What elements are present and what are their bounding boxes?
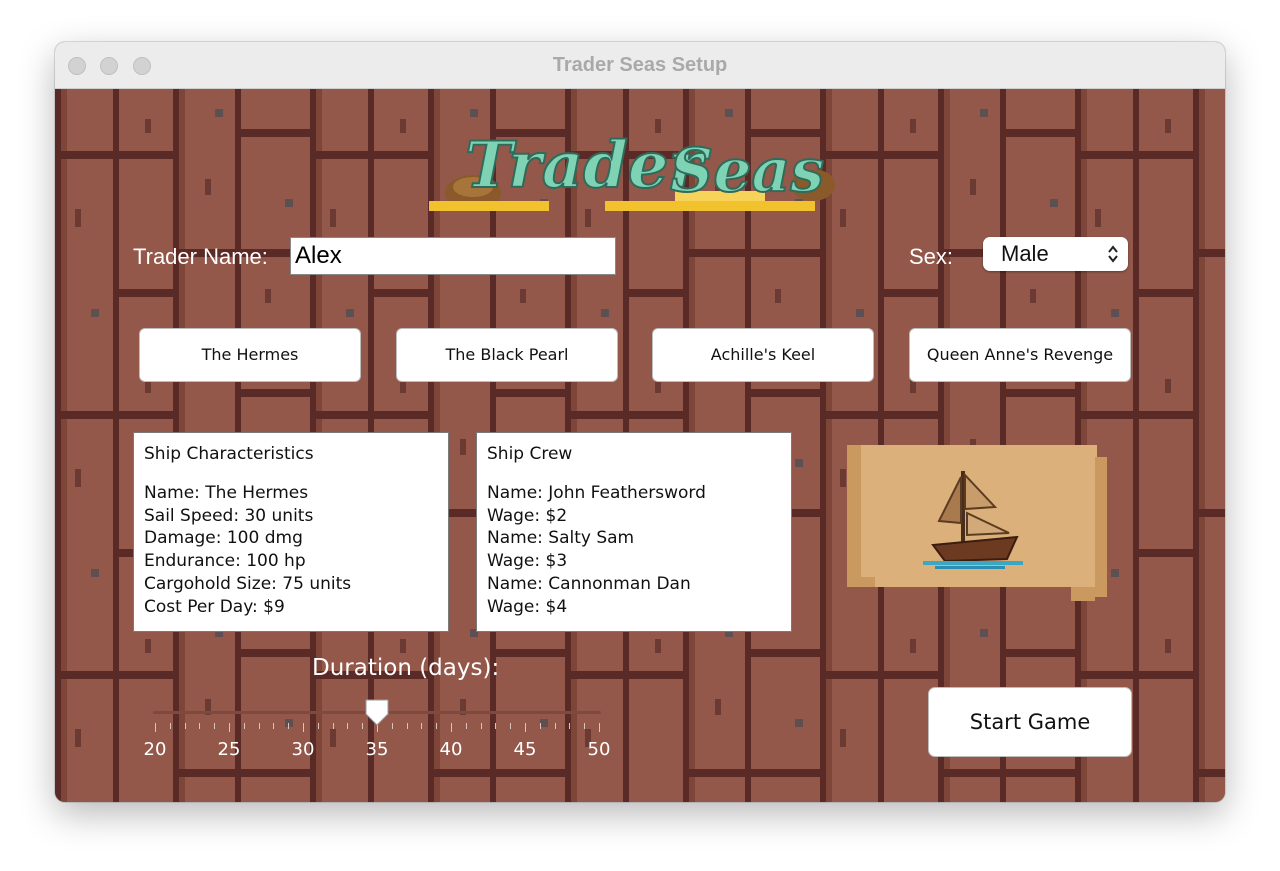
trader-name-input[interactable] (290, 237, 616, 275)
slider-tick (495, 723, 496, 729)
ship-button-achilles-keel[interactable]: Achille's Keel (652, 328, 874, 382)
ship-button-black-pearl[interactable]: The Black Pearl (396, 328, 618, 382)
characteristic-line: Damage: 100 dmg (144, 528, 303, 549)
slider-tick (155, 723, 156, 732)
slider-tick-label: 30 (291, 739, 315, 760)
slider-tick (273, 723, 274, 729)
window-title: Trader Seas Setup (552, 54, 728, 76)
slider-tick (318, 723, 319, 729)
crew-line: Wage: $2 (487, 505, 568, 526)
updown-chevron-icon (1108, 245, 1118, 263)
sex-label: Sex: (909, 244, 954, 269)
duration-label: Duration (days): (312, 655, 500, 681)
slider-tick (333, 723, 334, 729)
slider-tick (199, 723, 200, 729)
start-game-button[interactable]: Start Game (928, 687, 1132, 757)
panel-title: Ship Characteristics (144, 444, 314, 464)
slider-tick (466, 723, 467, 729)
setup-window: Trader Seas Setup Trader Seas Trader Nam… (55, 42, 1225, 802)
characteristic-line: Endurance: 100 hp (144, 551, 306, 572)
slider-tick (599, 723, 600, 732)
crew-line: Wage: $4 (487, 596, 568, 617)
crew-line: Wage: $3 (487, 551, 568, 572)
trader-name-label: Trader Name: (133, 244, 268, 269)
characteristic-line: Name: The Hermes (144, 482, 309, 503)
title-bar: Trader Seas Setup (55, 42, 1225, 89)
duration-slider-thumb[interactable] (363, 697, 391, 727)
ship-characteristics-panel: Ship Characteristics Name: The Hermes Sa… (133, 432, 449, 632)
slider-tick (525, 723, 526, 732)
trader-seas-logo: Trader Seas (429, 127, 835, 211)
sex-select[interactable]: Male (983, 237, 1128, 271)
slider-tick (347, 723, 348, 729)
slider-tick (451, 723, 452, 732)
crew-line: Name: Salty Sam (487, 528, 635, 549)
slider-tick (170, 723, 171, 729)
slider-tick (185, 723, 186, 729)
ship-button-queen-annes-revenge[interactable]: Queen Anne's Revenge (909, 328, 1131, 382)
characteristic-line: Cost Per Day: $9 (144, 596, 285, 617)
slider-tick (214, 723, 215, 729)
slider-tick (288, 723, 289, 729)
panel-title: Ship Crew (487, 444, 573, 464)
slider-tick-label: 40 (439, 739, 463, 760)
slider-tick (481, 723, 482, 729)
characteristic-line: Cargohold Size: 75 units (144, 573, 352, 594)
ship-scroll-image (847, 445, 1107, 601)
setup-content: Trader Seas Trader Name: Sex: Male The H… (55, 89, 1225, 802)
slider-tick-label: 25 (217, 739, 241, 760)
sex-select-value: Male (1001, 241, 1049, 266)
svg-text:Seas: Seas (670, 136, 824, 206)
ship-button-hermes[interactable]: The Hermes (139, 328, 361, 382)
slider-tick (540, 723, 541, 729)
slider-tick (229, 723, 230, 732)
slider-tick-label: 50 (587, 739, 611, 760)
slider-tick-label: 20 (143, 739, 167, 760)
slider-tick (303, 723, 304, 732)
crew-line: Name: Cannonman Dan (487, 573, 691, 594)
slider-tick (421, 723, 422, 729)
slider-tick (510, 723, 511, 729)
slider-tick (392, 723, 393, 729)
slider-tick-label: 35 (365, 739, 389, 760)
slider-tick (407, 723, 408, 729)
crew-line: Name: John Feathersword (487, 482, 706, 503)
slider-tick (436, 723, 437, 729)
slider-tick-label: 45 (513, 739, 537, 760)
slider-tick (569, 723, 570, 729)
characteristic-line: Sail Speed: 30 units (144, 505, 314, 526)
slider-tick (244, 723, 245, 729)
slider-tick (584, 723, 585, 729)
ship-crew-panel: Ship Crew Name: John Feathersword Wage: … (476, 432, 792, 632)
slider-tick (259, 723, 260, 729)
slider-tick (555, 723, 556, 729)
